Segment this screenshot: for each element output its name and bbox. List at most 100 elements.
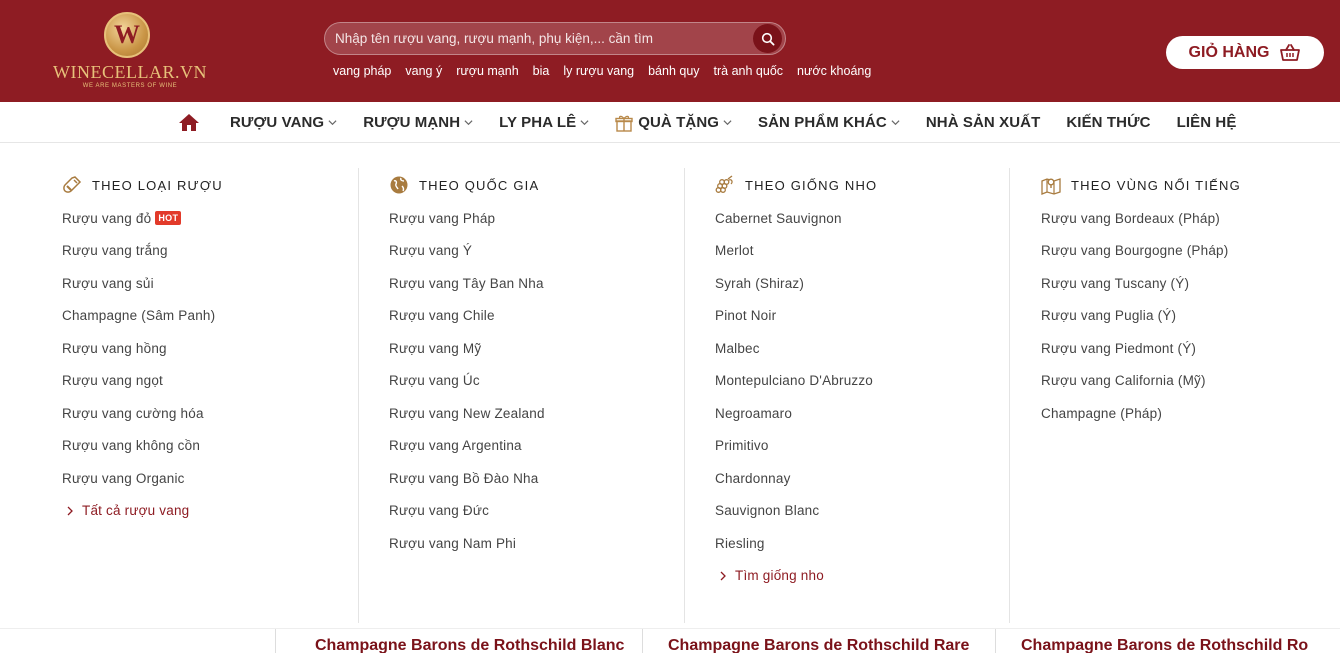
quick-link[interactable]: vang ý — [405, 64, 442, 80]
cart-button[interactable]: GIỎ HÀNG — [1166, 36, 1324, 69]
find-grape-link[interactable]: Tìm giống nho — [715, 560, 1005, 593]
column-heading: THEO LOẠI RƯỢU — [62, 168, 352, 202]
menu-link[interactable]: Rượu vang Argentina — [389, 430, 679, 463]
menu-link[interactable]: Rượu vang Tây Ban Nha — [389, 267, 679, 300]
column-heading: THEO VÙNG NỔI TIẾNG — [1041, 168, 1331, 202]
menu-column-wine-type: THEO LOẠI RƯỢU Rượu vang đỏ HOT Rượu vang… — [62, 168, 352, 623]
menu-link[interactable]: Montepulciano D'Abruzzo — [715, 365, 1005, 398]
quick-link[interactable]: vang pháp — [333, 64, 391, 80]
chevron-down-icon — [891, 120, 900, 126]
menu-link[interactable]: Chardonnay — [715, 462, 1005, 495]
menu-column-region: THEO VÙNG NỔI TIẾNG Rượu vang Bordeaux (… — [1041, 168, 1331, 623]
menu-column-country: THEO QUỐC GIA Rượu vang Pháp Rượu vang Ý… — [389, 168, 679, 623]
menu-link[interactable]: Champagne (Pháp) — [1041, 397, 1331, 430]
menu-link[interactable]: Rượu vang Piedmont (Ý) — [1041, 332, 1331, 365]
menu-link[interactable]: Rượu vang Úc — [389, 365, 679, 398]
menu-link[interactable]: Primitivo — [715, 430, 1005, 463]
nav-ruou-vang[interactable]: RƯỢU VANG — [230, 114, 337, 131]
menu-link[interactable]: Rượu vang Bồ Đào Nha — [389, 462, 679, 495]
menu-link[interactable]: Negroamaro — [715, 397, 1005, 430]
product-title[interactable]: Champagne Barons de Rothschild Rare — [668, 637, 969, 653]
search-button[interactable] — [753, 24, 782, 53]
menu-link[interactable]: Malbec — [715, 332, 1005, 365]
menu-link[interactable]: Sauvignon Blanc — [715, 495, 1005, 528]
column-heading: THEO QUỐC GIA — [389, 168, 679, 202]
product-title[interactable]: Champagne Barons de Rothschild Ro — [1021, 637, 1308, 653]
view-all-wine-link[interactable]: Tất cả rượu vang — [62, 495, 352, 528]
quick-link[interactable]: bia — [533, 64, 550, 80]
menu-link[interactable]: Rượu vang California (Mỹ) — [1041, 365, 1331, 398]
map-pin-icon — [1041, 178, 1061, 195]
product-divider — [995, 629, 996, 653]
menu-link[interactable]: Rượu vang Bordeaux (Pháp) — [1041, 202, 1331, 235]
chevron-down-icon — [328, 120, 337, 126]
menu-link[interactable]: Rượu vang Pháp — [389, 202, 679, 235]
menu-link[interactable]: Rượu vang Organic — [62, 462, 352, 495]
menu-link[interactable]: Rượu vang sủi — [62, 267, 352, 300]
cart-label: GIỎ HÀNG — [1188, 43, 1270, 61]
nav-lien-he[interactable]: LIÊN HỆ — [1177, 114, 1237, 131]
gift-icon — [615, 115, 633, 132]
chevron-down-icon — [464, 120, 473, 126]
menu-link[interactable]: Riesling — [715, 527, 1005, 560]
wine-bottle-icon — [63, 176, 82, 193]
menu-link[interactable]: Rượu vang trắng — [62, 235, 352, 268]
menu-link[interactable]: Syrah (Shiraz) — [715, 267, 1005, 300]
product-divider — [275, 629, 276, 653]
nav-nha-san-xuat[interactable]: NHÀ SẢN XUẤT — [926, 114, 1041, 131]
site-logo[interactable]: W WINECELLAR.VN WE ARE MASTERS OF WINE — [50, 10, 210, 94]
nav-ruou-manh[interactable]: RƯỢU MẠNH — [363, 114, 473, 131]
nav-san-pham-khac[interactable]: SẢN PHẨM KHÁC — [758, 114, 900, 131]
menu-link[interactable]: Rượu vang Puglia (Ý) — [1041, 300, 1331, 333]
quick-link[interactable]: ly rượu vang — [563, 64, 634, 80]
menu-link[interactable]: Rượu vang Bourgogne (Pháp) — [1041, 235, 1331, 268]
logo-text: WINECELLAR.VN — [53, 62, 207, 82]
quick-links: vang pháp vang ý rượu mạnh bia ly rượu v… — [333, 64, 871, 80]
product-strip: Champagne Barons de Rothschild Blanc Cha… — [0, 628, 1340, 653]
header-bar: W WINECELLAR.VN WE ARE MASTERS OF WINE v… — [0, 0, 1340, 102]
logo-tagline: WE ARE MASTERS OF WINE — [82, 83, 178, 89]
main-nav: RƯỢU VANG RƯỢU MẠNH LY PHA LÊ QUÀ TẶNG S… — [0, 102, 1340, 143]
menu-link[interactable]: Rượu vang Mỹ — [389, 332, 679, 365]
basket-icon — [1280, 43, 1301, 61]
menu-link[interactable]: Pinot Noir — [715, 300, 1005, 333]
globe-icon — [390, 176, 408, 194]
nav-qua-tang[interactable]: QUÀ TẶNG — [615, 114, 732, 132]
column-heading: THEO GIỐNG NHO — [715, 168, 1005, 202]
quick-link[interactable]: bánh quy — [648, 64, 699, 80]
column-divider — [358, 168, 359, 623]
nav-home[interactable] — [178, 113, 200, 133]
nav-ly-pha-le[interactable]: LY PHA LÊ — [499, 114, 589, 131]
quick-link[interactable]: nước khoáng — [797, 64, 871, 80]
menu-link[interactable]: Merlot — [715, 235, 1005, 268]
chevron-down-icon — [723, 120, 732, 126]
home-icon — [179, 114, 199, 131]
column-divider — [684, 168, 685, 623]
menu-link[interactable]: Rượu vang New Zealand — [389, 397, 679, 430]
nav-kien-thuc[interactable]: KIẾN THỨC — [1066, 114, 1150, 131]
quick-link[interactable]: rượu mạnh — [456, 64, 518, 80]
menu-link[interactable]: Rượu vang cường hóa — [62, 397, 352, 430]
search-input[interactable] — [335, 23, 745, 54]
menu-link[interactable]: Rượu vang Chile — [389, 300, 679, 333]
product-title[interactable]: Champagne Barons de Rothschild Blanc — [315, 637, 624, 653]
menu-link[interactable]: Rượu vang Đức — [389, 495, 679, 528]
menu-link[interactable]: Rượu vang Tuscany (Ý) — [1041, 267, 1331, 300]
menu-link[interactable]: Rượu vang không cồn — [62, 430, 352, 463]
grapes-icon — [715, 175, 733, 193]
menu-link[interactable]: Rượu vang đỏ HOT — [62, 202, 352, 235]
search-icon — [761, 32, 775, 46]
menu-link[interactable]: Rượu vang ngọt — [62, 365, 352, 398]
menu-link[interactable]: Champagne (Sâm Panh) — [62, 300, 352, 333]
menu-link[interactable]: Rượu vang hồng — [62, 332, 352, 365]
quick-link[interactable]: trà anh quốc — [714, 64, 784, 80]
menu-link[interactable]: Rượu vang Ý — [389, 235, 679, 268]
product-divider — [642, 629, 643, 653]
search-box — [324, 22, 786, 55]
menu-column-grape: THEO GIỐNG NHO Cabernet Sauvignon Merlot… — [715, 168, 1005, 623]
hot-badge: HOT — [155, 211, 182, 226]
mega-menu: THEO LOẠI RƯỢU Rượu vang đỏ HOT Rượu vang… — [0, 143, 1340, 628]
menu-link[interactable]: Rượu vang Nam Phi — [389, 527, 679, 560]
chevron-down-icon — [580, 120, 589, 126]
menu-link[interactable]: Cabernet Sauvignon — [715, 202, 1005, 235]
